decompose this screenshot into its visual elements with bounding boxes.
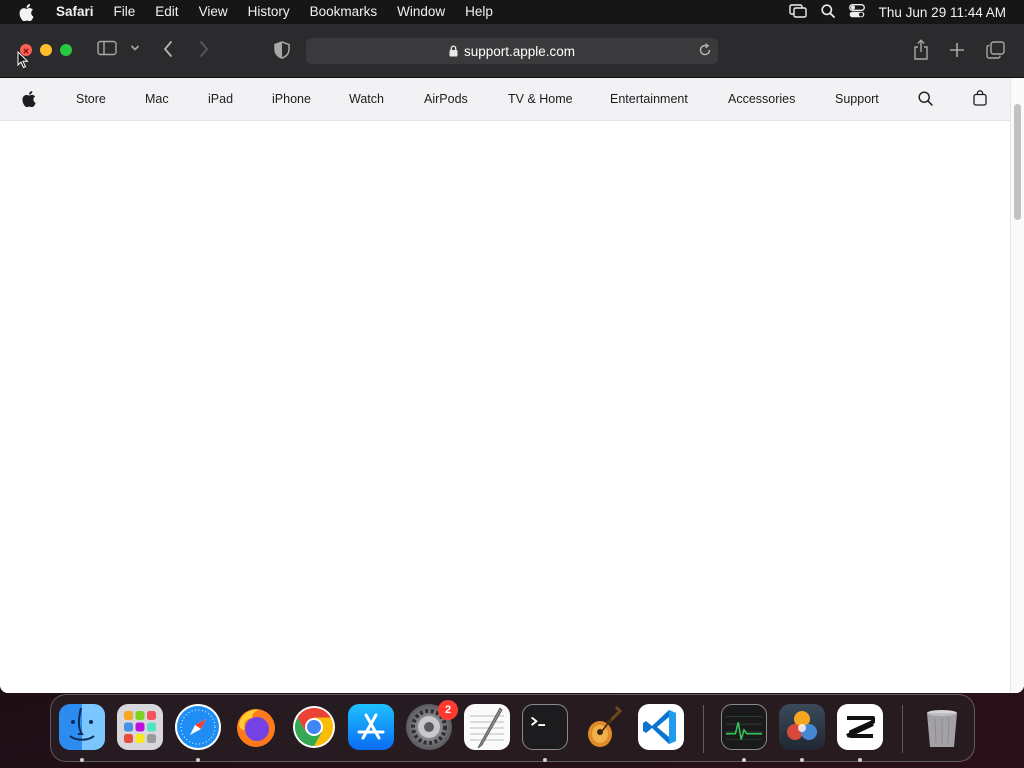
nav-airpods[interactable]: AirPods bbox=[424, 92, 468, 106]
dock-separator bbox=[703, 705, 704, 753]
dock-separator bbox=[902, 705, 903, 753]
privacy-shield-icon[interactable] bbox=[274, 41, 290, 59]
menu-bar: Safari File Edit View History Bookmarks … bbox=[0, 0, 1024, 24]
page-content bbox=[0, 121, 1010, 693]
running-indicator bbox=[80, 758, 84, 762]
garageband-icon[interactable] bbox=[580, 704, 626, 750]
apple-logo-icon[interactable] bbox=[22, 91, 38, 107]
menu-bookmarks[interactable]: Bookmarks bbox=[300, 0, 388, 24]
chrome-icon[interactable] bbox=[291, 704, 337, 750]
address-url: support.apple.com bbox=[463, 43, 576, 59]
nav-watch[interactable]: Watch bbox=[349, 92, 384, 106]
shopping-bag-icon[interactable] bbox=[973, 90, 987, 109]
nav-entertainment[interactable]: Entertainment bbox=[610, 92, 688, 106]
back-button[interactable] bbox=[162, 40, 174, 58]
menu-edit[interactable]: Edit bbox=[145, 0, 188, 24]
reload-icon[interactable] bbox=[698, 43, 712, 60]
menu-bar-clock[interactable]: Thu Jun 29 11:44 AM bbox=[879, 5, 1006, 20]
menu-window[interactable]: Window bbox=[387, 0, 455, 24]
menu-view[interactable]: View bbox=[189, 0, 238, 24]
firefox-icon[interactable] bbox=[233, 704, 279, 750]
running-indicator bbox=[858, 758, 862, 762]
lock-icon bbox=[449, 45, 458, 57]
running-indicator bbox=[196, 758, 200, 762]
vscode-icon[interactable] bbox=[638, 704, 684, 750]
nav-store[interactable]: Store bbox=[76, 92, 106, 106]
minimize-window-button[interactable] bbox=[40, 44, 52, 56]
capcut-icon[interactable] bbox=[837, 704, 883, 750]
nav-search-icon[interactable] bbox=[918, 91, 933, 109]
textedit-icon[interactable] bbox=[464, 704, 510, 750]
nav-iphone[interactable]: iPhone bbox=[272, 92, 311, 106]
scrollbar-thumb[interactable] bbox=[1014, 104, 1021, 220]
sidebar-toggle-icon[interactable] bbox=[97, 40, 117, 56]
nav-support[interactable]: Support bbox=[835, 92, 879, 106]
trash-icon[interactable] bbox=[919, 704, 965, 750]
apple-menu-icon[interactable] bbox=[6, 3, 46, 21]
activity-monitor-icon[interactable] bbox=[721, 704, 767, 750]
screen-mirroring-icon[interactable] bbox=[788, 3, 807, 21]
safari-toolbar: support.apple.com bbox=[0, 24, 1024, 78]
nav-ipad[interactable]: iPad bbox=[208, 92, 233, 106]
launchpad-icon[interactable] bbox=[117, 704, 163, 750]
safari-window: support.apple.com Store Mac iPad iPhone … bbox=[0, 24, 1024, 693]
running-indicator bbox=[742, 758, 746, 762]
dock: 2 bbox=[50, 694, 975, 762]
app-store-icon[interactable] bbox=[348, 704, 394, 750]
finder-icon[interactable] bbox=[59, 704, 105, 750]
davinci-resolve-icon[interactable] bbox=[779, 704, 825, 750]
tab-overview-icon[interactable] bbox=[986, 41, 1005, 59]
mouse-cursor-icon bbox=[17, 50, 29, 74]
safari-icon[interactable] bbox=[175, 704, 221, 750]
chevron-down-icon[interactable] bbox=[130, 44, 140, 52]
nav-mac[interactable]: Mac bbox=[145, 92, 169, 106]
nav-accessories[interactable]: Accessories bbox=[728, 92, 795, 106]
terminal-icon[interactable] bbox=[522, 704, 568, 750]
maximize-window-button[interactable] bbox=[60, 44, 72, 56]
menu-history[interactable]: History bbox=[238, 0, 300, 24]
notification-badge: 2 bbox=[438, 700, 458, 720]
running-indicator bbox=[543, 758, 547, 762]
spotlight-search-icon[interactable] bbox=[821, 3, 835, 21]
menu-file[interactable]: File bbox=[104, 0, 146, 24]
nav-tv-home[interactable]: TV & Home bbox=[508, 92, 573, 106]
menu-app-name[interactable]: Safari bbox=[46, 0, 104, 24]
new-tab-button[interactable] bbox=[949, 42, 965, 58]
running-indicator bbox=[800, 758, 804, 762]
forward-button[interactable] bbox=[198, 40, 210, 58]
control-center-icon[interactable] bbox=[848, 3, 865, 21]
share-icon[interactable] bbox=[912, 39, 930, 61]
menu-help[interactable]: Help bbox=[455, 0, 503, 24]
address-bar[interactable]: support.apple.com bbox=[306, 38, 718, 64]
vertical-scrollbar[interactable] bbox=[1010, 78, 1024, 693]
apple-global-nav: Store Mac iPad iPhone Watch AirPods TV &… bbox=[0, 78, 1024, 121]
